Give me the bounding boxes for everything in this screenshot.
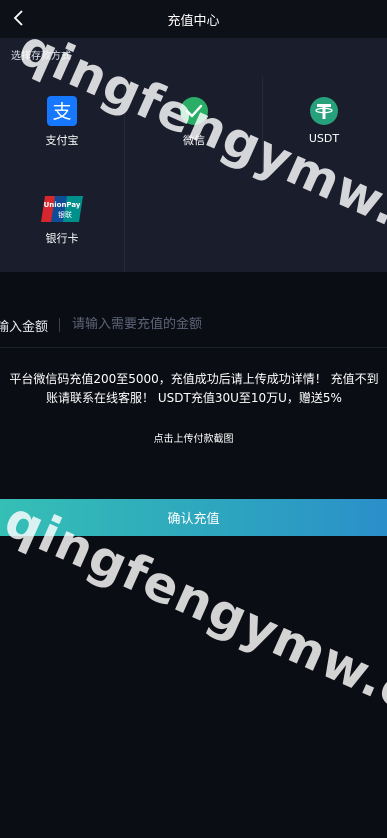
page-title: 充值中心 — [167, 14, 220, 29]
svg-text:银联: 银联 — [58, 210, 72, 219]
payment-method-bankcard[interactable]: UnionPay 银联 银行卡 — [0, 174, 124, 264]
notice-line: 账请联系在线客服！ USDT充值30U至10万U，赠送5% — [46, 391, 342, 405]
unionpay-icon: UnionPay 银联 — [41, 196, 83, 222]
header-bar: 充值中心 — [0, 0, 387, 38]
payment-method-label: USDT — [308, 132, 340, 145]
amount-input[interactable] — [72, 310, 372, 338]
section-label: 选择存款方式 — [11, 51, 71, 62]
payment-method-grid: 支 支付宝 微信 USDT UnionPay 银联 银行卡 — [0, 76, 387, 272]
field-divider — [59, 318, 60, 332]
payment-method-panel: 选择存款方式 支 支付宝 微信 USDT UnionPay 银联 银行卡 — [0, 38, 387, 272]
payment-method-label: 支付宝 — [45, 134, 79, 147]
wechat-icon — [180, 97, 208, 125]
payment-method-alipay[interactable]: 支 支付宝 — [0, 76, 124, 166]
grid-divider — [124, 76, 125, 272]
payment-method-label: 微信 — [183, 134, 205, 147]
notice-text: 平台微信码充值200至5000，充值成功后请上传成功详情！ 充值不到 账请联系在… — [0, 370, 387, 408]
svg-text:UnionPay: UnionPay — [44, 201, 81, 209]
upload-screenshot-link[interactable]: 点击上传付款截图 — [0, 430, 387, 445]
notice-line: 平台微信码充值200至5000，充值成功后请上传成功详情！ 充值不到 — [9, 372, 379, 386]
amount-row: 输入金额 — [0, 300, 387, 348]
amount-label: 输入金额 — [0, 320, 49, 335]
payment-method-usdt[interactable]: USDT — [262, 76, 386, 166]
payment-method-label: 银行卡 — [45, 232, 79, 245]
tether-icon — [310, 97, 338, 125]
confirm-recharge-button[interactable]: 确认充值 — [0, 499, 387, 536]
svg-text:支: 支 — [52, 101, 71, 123]
alipay-icon: 支 — [47, 96, 77, 126]
payment-method-wechat[interactable]: 微信 — [132, 76, 256, 166]
